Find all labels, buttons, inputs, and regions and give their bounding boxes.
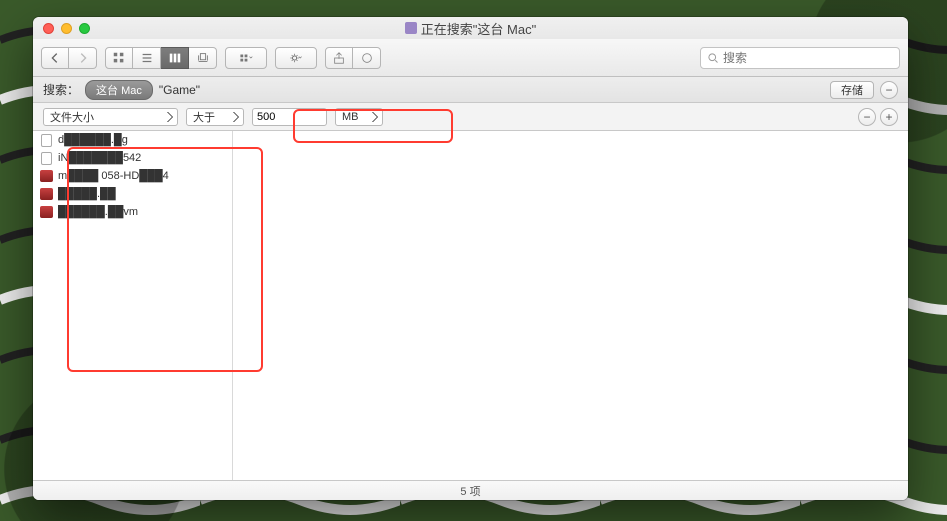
criteria-unit-select[interactable]: MB [335,108,383,126]
chevron-left-icon [48,51,62,65]
smart-folder-icon [405,22,417,34]
scope-this-mac[interactable]: 这台 Mac [85,80,153,100]
remove-criteria-button[interactable]: − [880,81,898,99]
list-item[interactable]: ██████.██vm [33,203,232,221]
view-coverflow-button[interactable] [189,47,217,69]
scope-game[interactable]: "Game" [159,83,200,97]
share-icon [332,51,346,65]
tags-button[interactable] [353,47,381,69]
package-icon [39,205,53,219]
columns-icon [168,51,182,65]
list-item-label: iN███████542 [58,152,141,164]
share-button[interactable] [325,47,353,69]
results-column[interactable]: d██████.█g iN███████542 m████ 058-HD███4 ██… [33,131,233,480]
file-icon [39,151,53,165]
arrange-button[interactable] [225,47,267,69]
status-bar: 5 项 [33,480,908,500]
criteria-comparator-select[interactable]: 大于 [186,108,244,126]
finder-window: 正在搜索"这台 Mac" [33,17,908,500]
list-item[interactable]: █████.██ [33,185,232,203]
list-item-label: ██████.██vm [58,206,138,218]
criteria-add-button[interactable]: + [880,108,898,126]
list-item-label: d██████.█g [58,134,128,146]
tag-icon [360,51,374,65]
view-list-button[interactable] [133,47,161,69]
window-title: 正在搜索"这台 Mac" [33,19,908,38]
scope-label: 搜索： [43,81,79,98]
preview-column [233,131,908,480]
file-icon [39,133,53,147]
save-search-button[interactable]: 存储 [830,81,874,99]
status-text: 5 项 [460,483,480,499]
list-item-label: █████.██ [58,188,116,200]
titlebar: 正在搜索"这台 Mac" [33,17,908,39]
package-icon [39,187,53,201]
search-input[interactable] [723,51,893,65]
content-area: d██████.█g iN███████542 m████ 058-HD███4 ██… [33,131,908,480]
back-button[interactable] [41,47,69,69]
toolbar [33,39,908,77]
list-item-label: m████ 058-HD███4 [58,170,169,182]
search-icon [707,52,719,64]
criteria-attribute-select[interactable]: 文件大小 [43,108,178,126]
arrange-icon [239,51,253,65]
criteria-remove-button[interactable]: − [858,108,876,126]
view-column-button[interactable] [161,47,189,69]
list-item[interactable]: m████ 058-HD███4 [33,167,232,185]
forward-button[interactable] [69,47,97,69]
action-button[interactable] [275,47,317,69]
scope-bar: 搜索： 这台 Mac "Game" 存储 − [33,77,908,103]
package-icon [39,169,53,183]
search-field[interactable] [700,47,900,69]
criteria-row: 文件大小 大于 MB − + [33,103,908,131]
grid-icon [112,51,126,65]
window-title-text: 正在搜索"这台 Mac" [421,19,536,38]
list-icon [140,51,154,65]
view-icon-button[interactable] [105,47,133,69]
list-item[interactable]: d██████.█g [33,131,232,149]
coverflow-icon [196,51,210,65]
criteria-value-input[interactable] [252,108,327,126]
list-item[interactable]: iN███████542 [33,149,232,167]
chevron-right-icon [76,51,90,65]
gear-icon [289,51,303,65]
